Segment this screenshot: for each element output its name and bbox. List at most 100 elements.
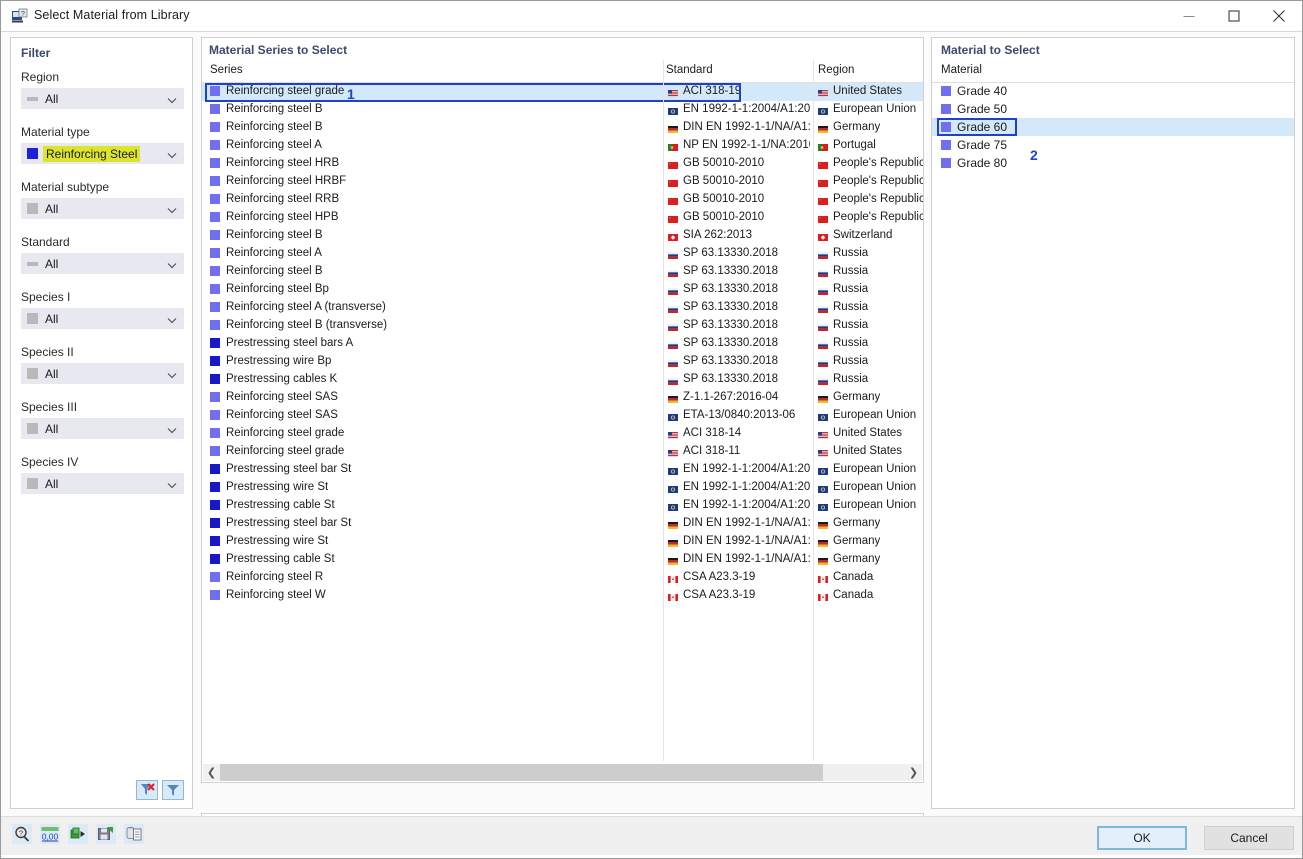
filter-label: Species III <box>21 400 78 414</box>
table-row[interactable]: Reinforcing steel HRBF GB 50010-2010 Peopl… <box>202 173 923 191</box>
table-row[interactable]: Prestressing cable St DIN EN 1992-1-1/NA/… <box>202 551 923 569</box>
info-magnifier-icon[interactable]: ? <box>12 824 32 844</box>
column-header-series[interactable]: Series <box>210 64 243 76</box>
cell-series: Reinforcing steel Bp <box>210 283 658 295</box>
chevron-down-icon[interactable] <box>167 368 177 382</box>
table-row[interactable]: Reinforcing steel RRB GB 50010-2010 People… <box>202 191 923 209</box>
table-row[interactable]: Reinforcing steel grade ACI 318-11 United … <box>202 443 923 461</box>
maximize-icon[interactable] <box>1211 1 1256 31</box>
cell-standard: DIN EN 1992-1-1/NA/A1:2... <box>668 517 810 529</box>
title-bar: ? Select Material from Library <box>1 1 1302 32</box>
filter-group-standard: Standard All <box>21 235 184 274</box>
table-row[interactable]: Reinforcing steel HRB GB 50010-2010 People… <box>202 155 923 173</box>
table-row[interactable]: Reinforcing steel B DIN EN 1992-1-1/NA/A1… <box>202 119 923 137</box>
column-header-region[interactable]: Region <box>818 64 854 76</box>
copy-document-icon[interactable] <box>124 824 144 844</box>
clear-filter-button[interactable] <box>136 780 158 800</box>
chevron-down-icon[interactable] <box>167 313 177 327</box>
decimal-format-icon[interactable]: 0,00 <box>40 824 60 844</box>
chevron-down-icon[interactable] <box>167 203 177 217</box>
scroll-left-icon[interactable]: ❮ <box>203 764 220 781</box>
table-row[interactable]: Prestressing steel bar St DIN EN 1992-1-1… <box>202 515 923 533</box>
scroll-right-icon[interactable]: ❯ <box>905 764 922 781</box>
chevron-down-icon[interactable] <box>167 258 177 272</box>
cell-region: Germany <box>818 391 923 403</box>
chevron-down-icon[interactable] <box>167 148 177 162</box>
list-item[interactable]: Grade 75 <box>932 136 1294 154</box>
save-icon[interactable] <box>96 824 116 844</box>
table-row[interactable]: Reinforcing steel B SIA 262:2013 Switzerla… <box>202 227 923 245</box>
horizontal-scrollbar[interactable]: ❮ ❯ <box>203 764 922 781</box>
cell-series: Prestressing cable St <box>210 553 658 565</box>
minimize-icon[interactable] <box>1166 1 1211 31</box>
cell-region: European Union <box>818 409 923 421</box>
cell-text: Prestressing wire Bp <box>226 355 332 367</box>
chevron-down-icon[interactable] <box>167 478 177 492</box>
list-item[interactable]: Grade 80 <box>932 154 1294 172</box>
ok-button[interactable]: OK <box>1097 826 1187 850</box>
country-flag-icon <box>818 322 828 331</box>
chevron-down-icon[interactable] <box>167 423 177 437</box>
table-row[interactable]: Prestressing cable St EN 1992-1-1:2004/A1… <box>202 497 923 515</box>
table-row[interactable]: Reinforcing steel A NP EN 1992-1-1/NA:201… <box>202 137 923 155</box>
window-title: Select Material from Library <box>34 8 190 22</box>
series-swatch-icon <box>210 158 220 168</box>
table-row[interactable]: Reinforcing steel grade ACI 318-14 United … <box>202 425 923 443</box>
series-swatch-icon <box>210 86 220 96</box>
filter-value: All <box>45 366 59 381</box>
column-header-material[interactable]: Material <box>941 64 982 76</box>
filter-select[interactable]: All <box>21 473 184 494</box>
filter-select[interactable]: All <box>21 418 184 439</box>
table-row[interactable]: Reinforcing steel SAS ETA-13/0840:2013-06… <box>202 407 923 425</box>
column-header-standard[interactable]: Standard <box>666 64 713 76</box>
table-row[interactable]: Prestressing cables K SP 63.13330.2018 Rus… <box>202 371 923 389</box>
table-row[interactable]: Prestressing wire St EN 1992-1-1:2004/A1:… <box>202 479 923 497</box>
country-flag-icon <box>818 142 828 151</box>
filter-select[interactable]: All <box>21 88 184 109</box>
country-flag-icon <box>818 574 828 583</box>
filter-select[interactable]: All <box>21 308 184 329</box>
series-panel-title: Material Series to Select <box>209 43 348 57</box>
table-row[interactable]: Prestressing wire St DIN EN 1992-1-1/NA/A… <box>202 533 923 551</box>
cell-region: Germany <box>818 553 923 565</box>
filter-select[interactable]: All <box>21 253 184 274</box>
table-row[interactable]: Reinforcing steel B EN 1992-1-1:2004/A1:2… <box>202 101 923 119</box>
table-row[interactable]: Reinforcing steel B (transverse) SP 63.13… <box>202 317 923 335</box>
cell-text: Russia <box>833 319 869 331</box>
series-grid[interactable]: Series Standard Region Material Type Mat… <box>202 60 923 761</box>
table-row[interactable]: Prestressing wire Bp SP 63.13330.2018 Russ… <box>202 353 923 371</box>
table-row[interactable]: Reinforcing steel HPB GB 50010-2010 People… <box>202 209 923 227</box>
table-row[interactable]: Reinforcing steel Bp SP 63.13330.2018 Russ… <box>202 281 923 299</box>
filter-select[interactable]: Reinforcing Steel <box>21 143 184 164</box>
table-row[interactable]: Reinforcing steel B SP 63.13330.2018 Russi… <box>202 263 923 281</box>
filter-select[interactable]: All <box>21 363 184 384</box>
table-row[interactable]: Reinforcing steel A SP 63.13330.2018 Russi… <box>202 245 923 263</box>
apply-filter-button[interactable] <box>162 780 184 800</box>
scrollbar-thumb[interactable] <box>220 764 823 781</box>
cell-standard: CSA A23.3-19 <box>668 589 810 601</box>
chevron-down-icon[interactable] <box>167 93 177 107</box>
list-item[interactable]: Grade 60 <box>932 118 1294 136</box>
series-swatch-icon <box>210 500 220 510</box>
list-item[interactable]: Grade 50 <box>932 100 1294 118</box>
table-row[interactable]: Reinforcing steel RCSA A23.3-19CanadaRei… <box>202 569 923 587</box>
table-row[interactable]: Prestressing steel bars A SP 63.13330.201… <box>202 335 923 353</box>
cell-text: Portugal <box>833 139 876 151</box>
close-icon[interactable] <box>1256 1 1301 31</box>
table-row[interactable]: Prestressing steel bar St EN 1992-1-1:200… <box>202 461 923 479</box>
table-row[interactable]: Reinforcing steel SAS Z-1.1-267:2016-04 Ge… <box>202 389 923 407</box>
cell-text: People's Republic of ... <box>833 193 923 205</box>
list-item[interactable]: Grade 40 <box>932 82 1294 100</box>
table-row[interactable]: Reinforcing steel grade ACI 318-19 United … <box>202 83 923 102</box>
cell-series: Reinforcing steel HRBF <box>210 175 658 187</box>
cell-text: Switzerland <box>833 229 893 241</box>
swatch-icon <box>27 478 38 489</box>
table-row[interactable]: Reinforcing steel WCSA A23.3-19CanadaRei… <box>202 587 923 605</box>
table-row[interactable]: Reinforcing steel A (transverse) SP 63.13… <box>202 299 923 317</box>
filter-select[interactable]: All <box>21 198 184 219</box>
cell-text: DIN EN 1992-1-1/NA/A1:2... <box>683 121 810 133</box>
cell-text: Reinforcing steel RRB <box>226 193 340 205</box>
cancel-button[interactable]: Cancel <box>1204 826 1294 850</box>
scrollbar-track[interactable] <box>220 764 905 781</box>
import-icon[interactable] <box>68 824 88 844</box>
